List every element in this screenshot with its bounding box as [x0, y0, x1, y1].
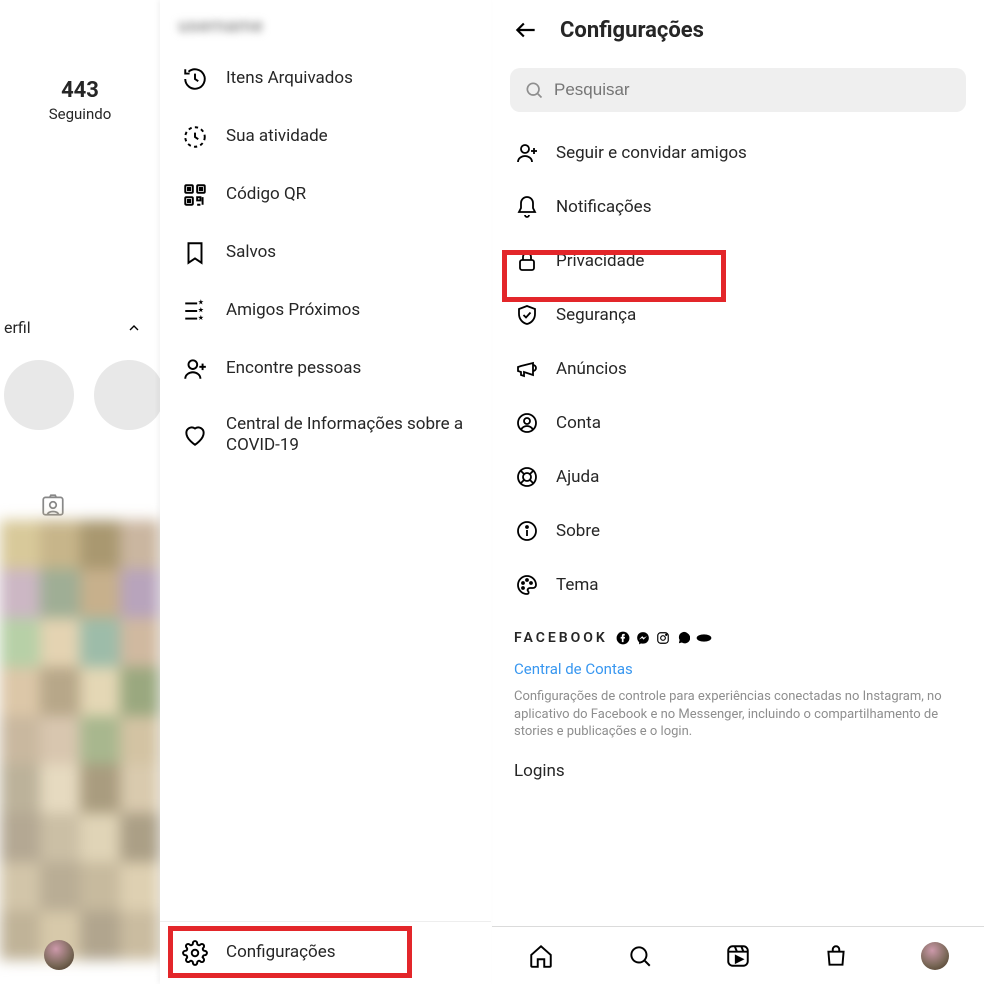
accounts-center-link[interactable]: Central de Contas — [492, 652, 984, 688]
back-arrow-icon[interactable] — [510, 14, 542, 46]
settings-header: Configurações — [492, 0, 984, 60]
settings-item-label: Privacidade — [556, 251, 644, 271]
search-icon[interactable] — [626, 942, 654, 970]
settings-item-notifications[interactable]: Notificações — [492, 180, 984, 234]
facebook-section-header: FACEBOOK — [492, 616, 984, 652]
lock-icon — [514, 248, 540, 274]
activity-clock-icon — [182, 124, 208, 150]
account-icon — [514, 410, 540, 436]
menu-item-label: Sua atividade — [226, 126, 328, 147]
menu-item-discover-people[interactable]: Encontre pessoas — [160, 340, 491, 398]
search-icon — [524, 80, 544, 100]
menu-item-covid[interactable]: Central de Informações sobre a COVID-19 — [160, 398, 491, 473]
profile-row-label: erfil — [4, 318, 31, 337]
menu-item-label: Código QR — [226, 184, 306, 205]
settings-item-about[interactable]: Sobre — [492, 504, 984, 558]
bookmark-icon — [182, 240, 208, 266]
home-icon[interactable] — [527, 942, 555, 970]
add-person-icon — [514, 140, 540, 166]
profile-menu-panel: username Itens Arquivados Sua atividade — [160, 0, 491, 984]
settings-search[interactable] — [510, 68, 966, 112]
settings-item-account[interactable]: Conta — [492, 396, 984, 450]
profile-row[interactable]: erfil — [0, 318, 160, 337]
menu-item-settings[interactable]: Configurações — [160, 922, 491, 984]
gear-icon — [182, 940, 208, 966]
info-icon — [514, 518, 540, 544]
menu-username: username — [178, 14, 263, 37]
qr-icon — [182, 182, 208, 208]
shield-check-icon — [514, 302, 540, 328]
menu-item-label: Encontre pessoas — [226, 358, 361, 379]
accounts-center-description: Configurações de controle para experiênc… — [492, 688, 984, 755]
bell-icon — [514, 194, 540, 220]
close-friends-icon — [182, 298, 208, 324]
menu-item-label: Salvos — [226, 242, 276, 263]
settings-item-theme[interactable]: Tema — [492, 558, 984, 612]
facebook-app-icons — [616, 631, 712, 645]
menu-item-label: Central de Informações sobre a COVID-19 — [226, 414, 469, 457]
highlight-circle[interactable] — [94, 360, 160, 430]
settings-title: Configurações — [560, 18, 704, 43]
settings-item-label: Seguir e convidar amigos — [556, 143, 747, 163]
settings-panel: Configurações Seguir e convidar amigos N… — [492, 0, 984, 984]
following-count: 443 — [0, 78, 160, 103]
heart-icon — [182, 422, 208, 448]
settings-item-label: Sobre — [556, 521, 600, 541]
settings-item-help[interactable]: Ajuda — [492, 450, 984, 504]
lifebuoy-icon — [514, 464, 540, 490]
menu-item-activity[interactable]: Sua atividade — [160, 108, 491, 166]
settings-item-security[interactable]: Segurança — [492, 288, 984, 342]
megaphone-icon — [514, 356, 540, 382]
menu-item-close-friends[interactable]: Amigos Próximos — [160, 282, 491, 340]
tagged-tab-icon[interactable] — [40, 492, 66, 518]
settings-item-label: Notificações — [556, 197, 651, 217]
menu-items: Itens Arquivados Sua atividade Código QR — [160, 50, 491, 921]
menu-item-saved[interactable]: Salvos — [160, 224, 491, 282]
search-input[interactable] — [554, 80, 952, 100]
menu-item-label: Itens Arquivados — [226, 68, 353, 89]
settings-item-label: Ajuda — [556, 467, 599, 487]
settings-item-ads[interactable]: Anúncios — [492, 342, 984, 396]
palette-icon — [514, 572, 540, 598]
post-grid-blurred — [0, 520, 160, 960]
bottom-nav — [492, 926, 984, 984]
settings-item-label: Anúncios — [556, 359, 627, 379]
add-person-icon — [182, 356, 208, 382]
settings-item-label: Tema — [556, 575, 599, 595]
profile-nav-avatar[interactable] — [921, 942, 949, 970]
settings-item-label: Segurança — [556, 305, 636, 325]
menu-item-archive[interactable]: Itens Arquivados — [160, 50, 491, 108]
reels-icon[interactable] — [724, 942, 752, 970]
menu-item-label: Configurações — [226, 942, 336, 963]
menu-item-label: Amigos Próximos — [226, 300, 360, 321]
shop-icon[interactable] — [822, 942, 850, 970]
profile-avatar-small[interactable] — [44, 940, 74, 970]
left-panel: 443 Seguindo erfil — [0, 0, 492, 984]
following-stat[interactable]: 443 Seguindo — [0, 78, 160, 123]
settings-item-follow-invite[interactable]: Seguir e convidar amigos — [492, 126, 984, 180]
clock-history-icon — [182, 66, 208, 92]
highlight-circle[interactable] — [4, 360, 74, 430]
menu-item-qr[interactable]: Código QR — [160, 166, 491, 224]
logins-section-label: Logins — [492, 755, 984, 787]
chevron-up-icon — [126, 320, 142, 336]
facebook-label: FACEBOOK — [514, 630, 608, 646]
following-label: Seguindo — [0, 105, 160, 123]
profile-background: 443 Seguindo erfil — [0, 50, 160, 984]
settings-item-label: Conta — [556, 413, 601, 433]
settings-item-privacy[interactable]: Privacidade — [492, 234, 984, 288]
